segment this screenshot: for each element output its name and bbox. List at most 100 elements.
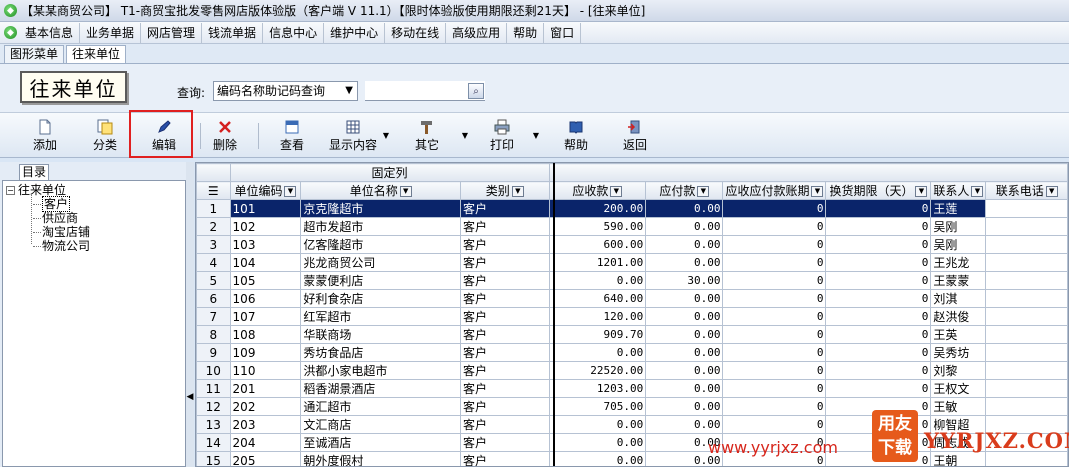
table-cell[interactable]: 0 [722,253,827,272]
table-cell[interactable]: 106 [229,289,302,308]
add-button[interactable]: 添加 [30,117,60,155]
table-cell[interactable]: 0.00 [548,433,647,452]
table-cell[interactable]: 1203.00 [548,379,647,398]
table-cell[interactable]: 客户 [460,325,550,344]
table-cell[interactable]: 30.00 [645,271,724,290]
table-cell[interactable]: 稻香湖景酒店 [300,379,462,398]
table-cell[interactable]: 0 [722,289,827,308]
table-cell[interactable]: 0.00 [645,343,724,362]
table-cell[interactable]: 客户 [460,307,550,326]
table-cell[interactable] [985,307,1068,326]
table-cell[interactable] [985,199,1068,218]
menu-basic-info[interactable]: 基本信息 [19,22,81,43]
tree-root[interactable]: − 往来单位 [6,183,185,197]
table-cell[interactable]: 秀坊食品店 [300,343,462,362]
tab-graphic-menu[interactable]: 图形菜单 [4,45,65,63]
table-cell[interactable]: 101 [229,199,302,218]
table-cell[interactable]: 客户 [460,199,550,218]
tab-partners[interactable]: 往来单位 [66,45,127,63]
table-cell[interactable]: 客户 [460,397,550,416]
table-cell[interactable]: 0 [722,235,827,254]
panel-splitter[interactable]: ◀ [186,162,194,467]
category-button[interactable]: 分类 [90,117,120,155]
menu-advanced[interactable]: 高级应用 [446,22,508,43]
table-cell[interactable]: 客户 [460,433,550,452]
table-cell[interactable]: 赵洪俊 [930,307,987,326]
table-cell[interactable]: 王英 [930,325,987,344]
table-cell[interactable]: 0 [825,361,932,380]
table-cell[interactable]: 客户 [460,271,550,290]
table-cell[interactable]: 107 [229,307,302,326]
table-cell[interactable]: 200.00 [548,199,647,218]
menu-info-center[interactable]: 信息中心 [263,22,325,43]
table-cell[interactable]: 吴秀坊 [930,343,987,362]
table-cell[interactable]: 104 [229,253,302,272]
table-cell[interactable]: 0.00 [645,289,724,308]
table-cell[interactable]: 文汇商店 [300,415,462,434]
menu-business-docs[interactable]: 业务单据 [80,22,142,43]
col-header-name[interactable]: 单位名称 ▼ [300,181,462,200]
table-cell[interactable]: 0.00 [645,415,724,434]
table-row[interactable]: 7 107 红军超市 客户 120.00 0.00 0 0 赵洪俊 [196,307,1068,326]
table-row[interactable]: 5 105 蒙蒙便利店 客户 0.00 30.00 0 0 王蒙蒙 [196,271,1068,290]
table-cell[interactable]: 205 [229,451,302,466]
display-dropdown-icon[interactable]: ▼ [383,131,389,140]
table-cell[interactable]: 590.00 [548,217,647,236]
table-cell[interactable]: 1201.00 [548,253,647,272]
table-cell[interactable]: 0.00 [645,199,724,218]
table-cell[interactable]: 600.00 [548,235,647,254]
table-cell[interactable] [985,271,1068,290]
table-cell[interactable] [985,361,1068,380]
table-cell[interactable]: 109 [229,343,302,362]
table-cell[interactable]: 0 [825,307,932,326]
table-cell[interactable]: 客户 [460,289,550,308]
col-header-code[interactable]: 单位编码 ▼ [229,181,302,200]
other-button[interactable]: 其它 ▼ [412,117,468,155]
table-cell[interactable]: 刘黎 [930,361,987,380]
table-cell[interactable]: 0 [722,271,827,290]
table-cell[interactable]: 202 [229,397,302,416]
table-cell[interactable]: 0.00 [645,361,724,380]
col-header-exchange-limit[interactable]: 换货期限（天） ▼ [825,181,932,200]
table-cell[interactable]: 蒙蒙便利店 [300,271,462,290]
menu-shop-management[interactable]: 网店管理 [141,22,203,43]
table-cell[interactable]: 客户 [460,415,550,434]
col-header-type[interactable]: 类别 ▼ [460,181,550,200]
table-cell[interactable]: 红军超市 [300,307,462,326]
view-button[interactable]: 查看 [277,117,307,155]
display-content-button[interactable]: 显示内容 ▼ [327,117,389,155]
table-cell[interactable]: 102 [229,217,302,236]
table-row[interactable]: 8 108 华联商场 客户 909.70 0.00 0 0 王英 [196,325,1068,344]
table-cell[interactable]: 王莲 [930,199,987,218]
tree-item-suppliers[interactable]: 供应商 [6,211,185,225]
table-cell[interactable]: 客户 [460,451,550,466]
row-header-corner[interactable]: ☰ [196,181,231,200]
tree-item-logistics[interactable]: 物流公司 [6,239,185,253]
table-cell[interactable]: 洪都小家电超市 [300,361,462,380]
table-cell[interactable]: 0.00 [548,343,647,362]
table-cell[interactable]: 22520.00 [548,361,647,380]
table-cell[interactable]: 103 [229,235,302,254]
table-cell[interactable]: 0.00 [548,451,647,466]
table-cell[interactable]: 0 [825,235,932,254]
table-cell[interactable]: 0.00 [645,217,724,236]
table-cell[interactable]: 刘淇 [930,289,987,308]
table-cell[interactable]: 0 [825,343,932,362]
table-cell[interactable]: 0.00 [645,235,724,254]
query-input[interactable] [365,81,485,101]
table-cell[interactable]: 909.70 [548,325,647,344]
table-cell[interactable]: 0 [722,379,827,398]
table-cell[interactable]: 108 [229,325,302,344]
table-cell[interactable]: 王权文 [930,379,987,398]
table-row[interactable]: 10 110 洪都小家电超市 客户 22520.00 0.00 0 0 刘黎 [196,361,1068,380]
table-cell[interactable]: 0 [825,271,932,290]
table-row[interactable]: 1 101 京克隆超市 客户 200.00 0.00 0 0 王莲 [196,199,1068,218]
col-header-payable[interactable]: 应付款 ▼ [645,181,724,200]
table-cell[interactable]: 亿客隆超市 [300,235,462,254]
table-cell[interactable]: 0.00 [645,307,724,326]
menu-window[interactable]: 窗口 [544,22,582,43]
table-cell[interactable]: 0.00 [645,379,724,398]
table-cell[interactable]: 吴刚 [930,217,987,236]
table-cell[interactable]: 0 [722,199,827,218]
table-cell[interactable]: 客户 [460,217,550,236]
